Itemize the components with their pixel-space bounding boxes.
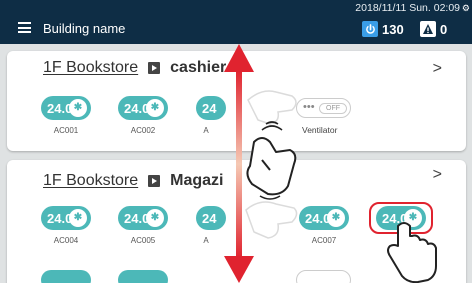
chevron-right-icon[interactable]: > xyxy=(433,166,442,184)
floor-link[interactable]: 1F Bookstore xyxy=(43,172,138,190)
ac-unit-pill[interactable]: 24.0 ✱ xyxy=(118,96,168,120)
card-title: 1F Bookstore Magazi xyxy=(43,172,224,190)
fan-mode-icon: ✱ xyxy=(327,209,345,227)
dots-icon: ••• xyxy=(303,101,315,113)
device-label: AC001 xyxy=(53,126,79,135)
settings-icon[interactable]: ⚙ xyxy=(462,3,470,14)
zone-card-cashier[interactable]: 1F Bookstore cashier > 24.0 ✱ AC001 24.0… xyxy=(7,51,466,151)
chevron-right-icon[interactable]: > xyxy=(433,60,442,78)
app-header: Building name 2018/11/11 Sun. 02:09 ⚙ 13… xyxy=(0,0,472,44)
fan-mode-icon: ✱ xyxy=(404,209,422,227)
device-label: AC005 xyxy=(130,236,156,245)
ventilator-label: Ventilator xyxy=(302,125,338,135)
temp-value: 24 xyxy=(202,101,217,116)
ac-unit-pill[interactable]: 24.0 ✱ xyxy=(41,206,91,230)
ac-unit-pill[interactable]: 24 xyxy=(196,206,226,230)
off-state: OFF xyxy=(319,103,347,114)
datetime: 2018/11/11 Sun. 02:09 xyxy=(355,2,460,14)
power-count: 130 xyxy=(382,21,404,37)
alert-icon xyxy=(420,21,436,37)
building-name[interactable]: Building name xyxy=(43,21,125,36)
fan-mode-icon: ✱ xyxy=(146,99,164,117)
ac-unit-pill[interactable]: 24.0 ✱ xyxy=(41,96,91,120)
device-label: AC004 xyxy=(53,236,79,245)
zone-name: cashier xyxy=(170,59,227,76)
alert-count: 0 xyxy=(440,21,448,37)
zone-name: Magazi xyxy=(170,172,224,189)
device-label: AC002 xyxy=(130,126,156,135)
device-label: A xyxy=(203,236,209,245)
temp-value: 24 xyxy=(202,211,217,226)
floor-link[interactable]: 1F Bookstore xyxy=(43,59,138,77)
device-label: AC007 xyxy=(311,236,337,245)
power-status[interactable]: 130 xyxy=(362,21,404,37)
alert-status[interactable]: 0 xyxy=(420,21,447,37)
ventilator-toggle[interactable]: ••• OFF xyxy=(296,98,351,118)
ac-unit-pill[interactable]: 24.0 ✱ xyxy=(299,206,349,230)
menu-icon[interactable] xyxy=(18,22,31,33)
zone-card-magazine[interactable]: 1F Bookstore Magazi > 24.0 ✱ AC004 24.0 … xyxy=(7,160,466,283)
card-title: 1F Bookstore cashier xyxy=(43,59,226,77)
play-icon xyxy=(148,175,161,187)
ac-unit-pill[interactable] xyxy=(118,270,168,283)
fan-mode-icon: ✱ xyxy=(146,209,164,227)
ventilator-toggle[interactable] xyxy=(296,270,351,283)
fan-mode-icon: ✱ xyxy=(69,209,87,227)
power-icon xyxy=(362,21,378,37)
device-label: A xyxy=(203,126,209,135)
ac-unit-pill[interactable]: 24.0 ✱ xyxy=(118,206,168,230)
ac-unit-pill[interactable] xyxy=(41,270,91,283)
ac-unit-pill[interactable]: 24 xyxy=(196,96,226,120)
selected-ac-unit[interactable]: 24.0 ✱ xyxy=(369,202,433,234)
ac-unit-pill[interactable]: 24.0 ✱ xyxy=(376,206,426,230)
fan-mode-icon: ✱ xyxy=(69,99,87,117)
play-icon xyxy=(148,62,161,74)
